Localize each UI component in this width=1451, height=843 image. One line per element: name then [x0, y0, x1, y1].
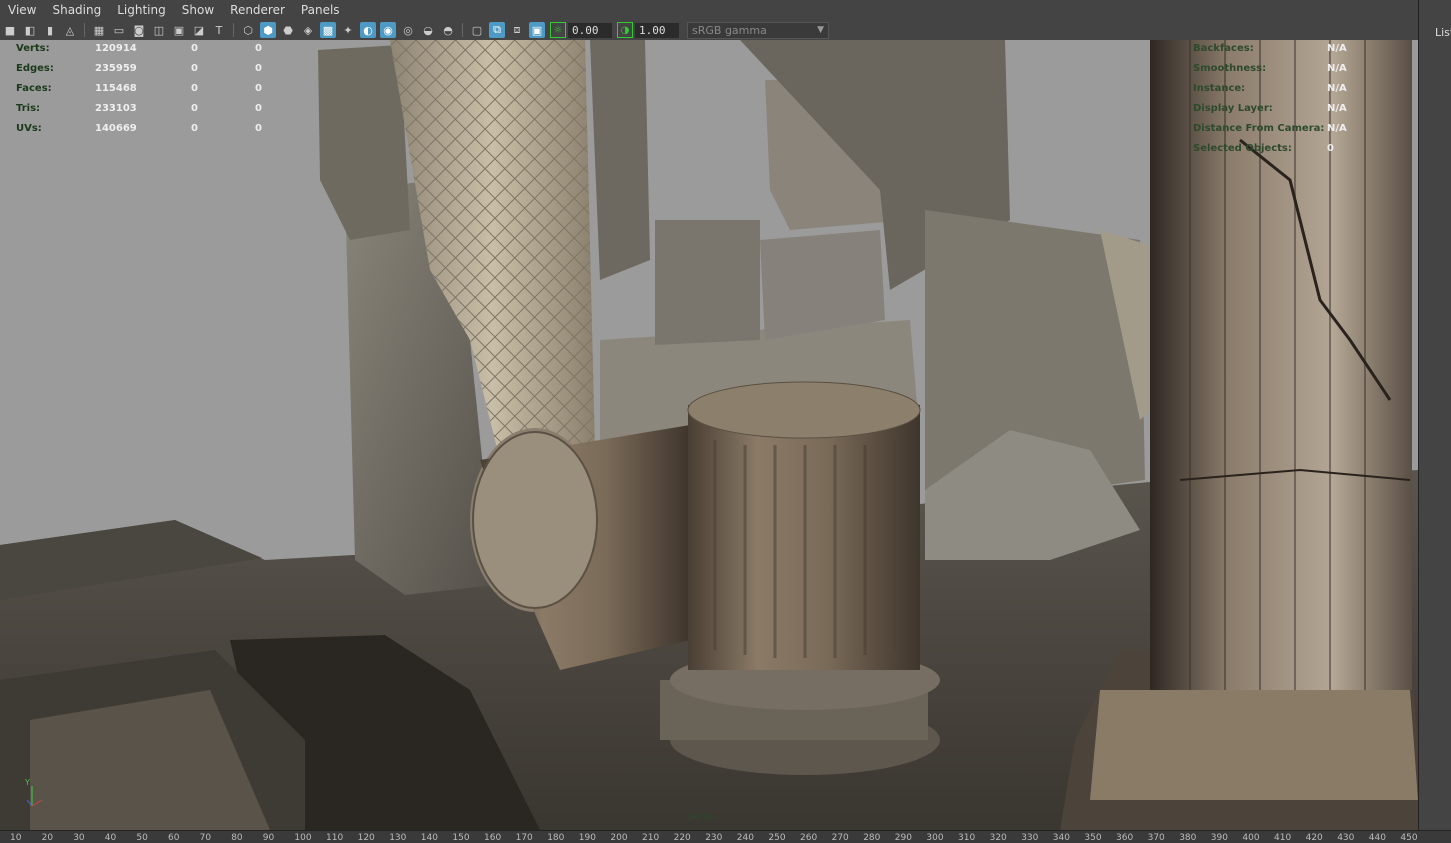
hud-value: 0 — [1327, 143, 1334, 154]
chevron-down-icon: ▼ — [817, 24, 824, 35]
hud-label: Selected Objects: — [1193, 143, 1292, 154]
exposure-field[interactable]: 0.00 — [568, 22, 612, 38]
hud-value: 0 — [191, 123, 198, 134]
hud-value: 0 — [191, 63, 198, 74]
list-label: List — [1435, 26, 1451, 39]
menu-panels[interactable]: Panels — [293, 0, 348, 20]
hud-value: 235959 — [95, 63, 137, 74]
hud-value: 0 — [191, 43, 198, 54]
hud-value: N/A — [1327, 103, 1347, 114]
hud-value: N/A — [1327, 123, 1347, 134]
hud-label: Tris: — [16, 103, 41, 114]
safe-action-icon[interactable]: ◪ — [191, 22, 207, 38]
safe-title-icon[interactable]: T — [211, 22, 227, 38]
camera-label: persp — [688, 812, 714, 822]
antialias-icon[interactable]: ◒ — [420, 22, 436, 38]
grid-icon[interactable]: ▦ — [91, 22, 107, 38]
menu-view[interactable]: View — [0, 0, 44, 20]
hud-label: Smoothness: — [1193, 63, 1267, 74]
hud-value: 0 — [191, 83, 198, 94]
hud-value: 120914 — [95, 43, 137, 54]
color-space-dropdown[interactable]: sRGB gamma ▼ — [687, 21, 829, 39]
film-gate-icon[interactable]: ▭ — [111, 22, 127, 38]
hud-value: N/A — [1327, 43, 1347, 54]
hud-label: Instance: — [1193, 83, 1246, 94]
textured-icon[interactable]: ▩ — [320, 22, 336, 38]
motion-blur-icon[interactable]: ◎ — [400, 22, 416, 38]
hud-label: Backfaces: — [1193, 43, 1254, 54]
image-plane-icon[interactable]: ◬ — [62, 22, 78, 38]
3d-viewport[interactable]: Verts: 120914 0 0 Edges: 235959 0 0 Faces: 115468… — [0, 40, 1418, 830]
field-chart-icon[interactable]: ▣ — [171, 22, 187, 38]
hud-value: 115468 — [95, 83, 137, 94]
camera-icon[interactable]: ■ — [2, 22, 18, 38]
lights-icon[interactable]: ✦ — [340, 22, 356, 38]
hud-label: Display Layer: — [1193, 103, 1273, 114]
viewport-scene — [0, 40, 1418, 830]
hud-value: 140669 — [95, 123, 137, 134]
hud-value: 233103 — [95, 103, 137, 114]
timeline-ruler[interactable]: 10 20 30 40 50 60 70 80 90 100 110 120 130 140 150 160 1… — [0, 830, 1451, 843]
menu-shading[interactable]: Shading — [44, 0, 109, 20]
resolution-gate-icon[interactable]: ◙ — [131, 22, 147, 38]
axis-y-label: Y — [25, 778, 30, 787]
hud-label: Verts: — [16, 43, 50, 54]
exposure-icon[interactable]: ☼ — [550, 22, 566, 38]
hud-value: N/A — [1327, 83, 1347, 94]
gamma-field[interactable]: 1.00 — [635, 22, 679, 38]
viewport-menubar: View Shading Lighting Show Renderer Panels — [0, 0, 1418, 20]
hud-value: 0 — [191, 103, 198, 114]
ambient-occlusion-icon[interactable]: ◉ — [380, 22, 396, 38]
menu-renderer[interactable]: Renderer — [222, 0, 293, 20]
hud-label: UVs: — [16, 123, 42, 134]
outliner-panel: List — [1418, 0, 1451, 842]
hud-value: 0 — [255, 103, 262, 114]
hud-value: 0 — [255, 83, 262, 94]
shadows-icon[interactable]: ◐ — [360, 22, 376, 38]
hud-value: 0 — [255, 63, 262, 74]
hud-label: Distance From Camera: — [1193, 123, 1325, 134]
hud-value: 0 — [255, 123, 262, 134]
hud-label: Edges: — [16, 63, 54, 74]
hud-value: N/A — [1327, 63, 1347, 74]
smooth-shade-icon[interactable]: ⬢ — [260, 22, 276, 38]
axis-indicator: Y — [22, 778, 44, 808]
wireframe-icon[interactable]: ⬡ — [240, 22, 256, 38]
viewport-toolbar: ■ ◧ ▮ ◬ ▦ ▭ ◙ ◫ ▣ ◪ T ⬡ ⬢ ⬣ ◈ ▩ ✦ ◐ ◉ ◎ ◒ ◓ ▢ ⧉ ⧈ ▣ ☼ 0.00 ◑ 1.00 sRGB… — [0, 20, 1418, 40]
xray-icon[interactable]: ⧉ — [489, 22, 505, 38]
default-material-icon[interactable]: ◈ — [300, 22, 316, 38]
depth-of-field-icon[interactable]: ◓ — [440, 22, 456, 38]
shaded-wireframe-icon[interactable]: ⬣ — [280, 22, 296, 38]
gamma-icon[interactable]: ◑ — [617, 22, 633, 38]
menu-show[interactable]: Show — [174, 0, 222, 20]
backface-culling-icon[interactable]: ▣ — [529, 22, 545, 38]
hud-value: 0 — [255, 43, 262, 54]
hud-label: Faces: — [16, 83, 52, 94]
isolate-select-icon[interactable]: ▢ — [469, 22, 485, 38]
xray-joints-icon[interactable]: ⧈ — [509, 22, 525, 38]
camera-attr-icon[interactable]: ◧ — [22, 22, 38, 38]
gate-mask-icon[interactable]: ◫ — [151, 22, 167, 38]
bookmark-icon[interactable]: ▮ — [42, 22, 58, 38]
menu-lighting[interactable]: Lighting — [109, 0, 174, 20]
color-space-label: sRGB gamma — [692, 23, 767, 37]
